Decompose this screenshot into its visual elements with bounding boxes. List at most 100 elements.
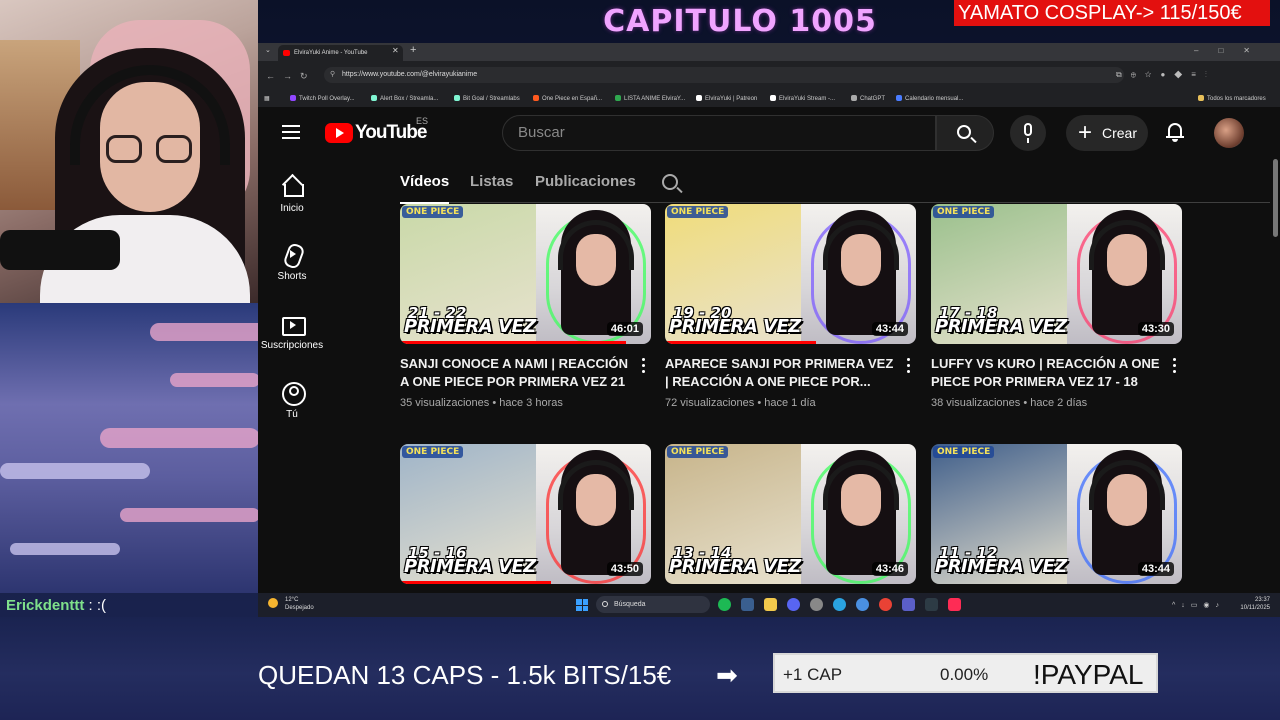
- upload-age: hace 2 días: [1030, 397, 1088, 409]
- file-explorer-icon[interactable]: [764, 598, 777, 611]
- stream-canvas: CAPITULO 1005 YAMATO COSPLAY-> 115/150€ …: [0, 0, 1280, 720]
- system-tray-icons[interactable]: ^↓▭◉♪: [1172, 601, 1225, 609]
- video-card[interactable]: ONE PIECE 17 - 18 PRIMERA VEZ 43:30 LUFFY VS…: [931, 204, 1183, 409]
- windows-taskbar: 12°C Despejado Búsqueda ^↓▭◉♪ 23:37 10/1…: [258, 593, 1280, 617]
- teams-icon[interactable]: [902, 598, 915, 611]
- video-thumbnail[interactable]: ONE PIECE 15 - 16 PRIMERA VEZ 43:50: [400, 444, 651, 584]
- avatar[interactable]: [1214, 118, 1244, 148]
- create-button[interactable]: + Crear: [1066, 115, 1148, 151]
- goal-progress-box: +1 CAP 0.00% !PAYPAL: [773, 653, 1158, 693]
- tab-videos[interactable]: Vídeos: [400, 173, 450, 204]
- taskbar-clock[interactable]: 23:37 10/11/2025: [1240, 596, 1270, 612]
- video-thumbnail[interactable]: ONE PIECE 11 - 12 PRIMERA VEZ 43:44: [931, 444, 1182, 584]
- close-tab-icon[interactable]: ✕: [392, 46, 399, 55]
- obs-icon[interactable]: [810, 598, 823, 611]
- more-options-icon[interactable]: [907, 358, 911, 374]
- youtube-header: YouTube ES Buscar + Crear: [258, 107, 1280, 159]
- tab-playlists[interactable]: Listas: [470, 173, 513, 190]
- sidebar-item-you[interactable]: Tú: [258, 381, 326, 420]
- window-controls[interactable]: –□✕: [1194, 46, 1270, 55]
- steam-icon[interactable]: [741, 598, 754, 611]
- video-card[interactable]: ONE PIECE 13 - 14 PRIMERA VEZ 43:46: [665, 444, 917, 584]
- video-thumbnail[interactable]: ONE PIECE 17 - 18 PRIMERA VEZ 43:30: [931, 204, 1182, 344]
- telegram-icon[interactable]: [833, 598, 846, 611]
- site-info-icon[interactable]: ⚲: [330, 67, 335, 83]
- browser-tab-title: ElviraYuki Anime - YouTube: [294, 50, 368, 56]
- video-thumbnail[interactable]: ONE PIECE 21 - 22 PRIMERA VEZ 46:01: [400, 204, 651, 344]
- chat-line: Erickdenttt : :(: [0, 595, 258, 617]
- chrome-icon[interactable]: [879, 598, 892, 611]
- clock-date: 10/11/2025: [1240, 605, 1270, 611]
- weather-condition: Despejado: [285, 605, 314, 611]
- discord-icon[interactable]: [787, 598, 800, 611]
- home-icon: [281, 175, 304, 197]
- sidebar-item-subscriptions[interactable]: Suscripciones: [258, 312, 326, 351]
- more-options-icon[interactable]: [1173, 358, 1177, 374]
- video-thumbnail[interactable]: ONE PIECE 19 - 20 PRIMERA VEZ 43:44: [665, 204, 916, 344]
- youtube-logo[interactable]: YouTube ES: [325, 116, 428, 144]
- tab-posts[interactable]: Publicaciones: [535, 173, 636, 190]
- tab-search-menu-icon[interactable]: ⌄: [265, 46, 271, 54]
- one-piece-logo: ONE PIECE: [667, 446, 729, 458]
- weather-widget[interactable]: 12°C Despejado: [268, 596, 314, 612]
- youtube-play-icon: [325, 123, 353, 143]
- voice-search-button[interactable]: [1010, 115, 1046, 151]
- browser-tab[interactable]: ElviraYuki Anime - YouTube: [278, 45, 403, 61]
- view-count: 38 visualizaciones: [931, 397, 1021, 409]
- bookmark-item[interactable]: ElviraYuki | Patreon: [696, 95, 757, 102]
- bookmark-item[interactable]: Twitch Poll Overlay...: [290, 95, 355, 102]
- taskbar-search[interactable]: Búsqueda: [596, 596, 710, 613]
- navigation-icons[interactable]: ←→↻: [266, 71, 316, 82]
- bookmark-item[interactable]: One Piece en Españ...: [533, 95, 602, 102]
- video-duration: 46:01: [606, 322, 643, 336]
- bookmark-item[interactable]: ChatGPT: [851, 95, 885, 102]
- plus-icon: +: [1078, 119, 1093, 146]
- spotify-icon[interactable]: [718, 598, 731, 611]
- video-duration: 43:44: [1137, 562, 1174, 576]
- search-button[interactable]: [936, 115, 994, 151]
- address-bar[interactable]: ⚲ https://www.youtube.com/@elvirayukiani…: [324, 67, 1124, 83]
- sidebar-item-home[interactable]: Inicio: [258, 175, 326, 214]
- channel-search-icon[interactable]: [662, 174, 678, 190]
- terminal-icon[interactable]: [925, 598, 938, 611]
- windows-start-icon[interactable]: [576, 599, 588, 611]
- all-bookmarks[interactable]: Todos los marcadores: [1198, 95, 1266, 102]
- weather-sun-icon: [268, 598, 278, 608]
- video-card[interactable]: ONE PIECE 11 - 12 PRIMERA VEZ 43:44: [931, 444, 1183, 584]
- bookmark-item[interactable]: ElviraYuki Stream -...: [770, 95, 835, 102]
- bookmark-item[interactable]: LISTA ANIME ElviraY...: [615, 95, 685, 102]
- menu-icon[interactable]: [282, 125, 300, 139]
- bookmark-item[interactable]: Calendario mensual...: [896, 95, 963, 102]
- tiktok-icon[interactable]: [948, 598, 961, 611]
- thumbnail-caption: PRIMERA VEZ: [935, 316, 1067, 337]
- bookmark-item[interactable]: Bit Goal / Streamlabs: [454, 95, 520, 102]
- browser-toolbar-icons[interactable]: ⧉⊕☆●◆≡⋮: [1116, 70, 1216, 80]
- bookmark-item[interactable]: Alert Box / Streamla...: [371, 95, 438, 102]
- watch-progress-bar: [400, 581, 551, 584]
- more-options-icon[interactable]: [642, 358, 646, 374]
- video-card[interactable]: ONE PIECE 15 - 16 PRIMERA VEZ 43:50: [400, 444, 652, 584]
- video-title[interactable]: APARECE SANJI POR PRIMERA VEZ | REACCIÓN…: [665, 355, 897, 391]
- video-title[interactable]: LUFFY VS KURO | REACCIÓN A ONE PIECE POR…: [931, 355, 1163, 391]
- one-piece-logo: ONE PIECE: [402, 206, 464, 218]
- browser-icon[interactable]: [856, 598, 869, 611]
- apps-icon[interactable]: ▦: [264, 95, 270, 102]
- new-tab-icon[interactable]: +: [410, 44, 416, 56]
- scrollbar[interactable]: [1270, 159, 1280, 593]
- browser-window: ⌄ ElviraYuki Anime - YouTube ✕ + –□✕ ←→↻…: [258, 43, 1280, 593]
- sidebar-item-shorts[interactable]: Shorts: [258, 243, 326, 282]
- cloud: [100, 428, 258, 448]
- watch-progress-bar: [665, 341, 816, 344]
- video-duration: 43:44: [871, 322, 908, 336]
- video-card[interactable]: ONE PIECE 21 - 22 PRIMERA VEZ 46:01 SANJI CO…: [400, 204, 652, 409]
- address-bar-row: ←→↻ ⚲ https://www.youtube.com/@elvirayuk…: [258, 61, 1280, 91]
- watch-progress-bar: [400, 341, 626, 344]
- video-card[interactable]: ONE PIECE 19 - 20 PRIMERA VEZ 43:44 APARECE …: [665, 204, 917, 409]
- scrollbar-thumb[interactable]: [1273, 159, 1278, 237]
- video-title[interactable]: SANJI CONOCE A NAMI | REACCIÓN A ONE PIE…: [400, 355, 632, 391]
- search-input[interactable]: Buscar: [502, 115, 936, 151]
- microphone-icon: [1024, 123, 1032, 136]
- notifications-bell-icon[interactable]: [1165, 121, 1185, 143]
- video-thumbnail[interactable]: ONE PIECE 13 - 14 PRIMERA VEZ 43:46: [665, 444, 916, 584]
- chapter-title: CAPITULO 1005: [603, 4, 877, 39]
